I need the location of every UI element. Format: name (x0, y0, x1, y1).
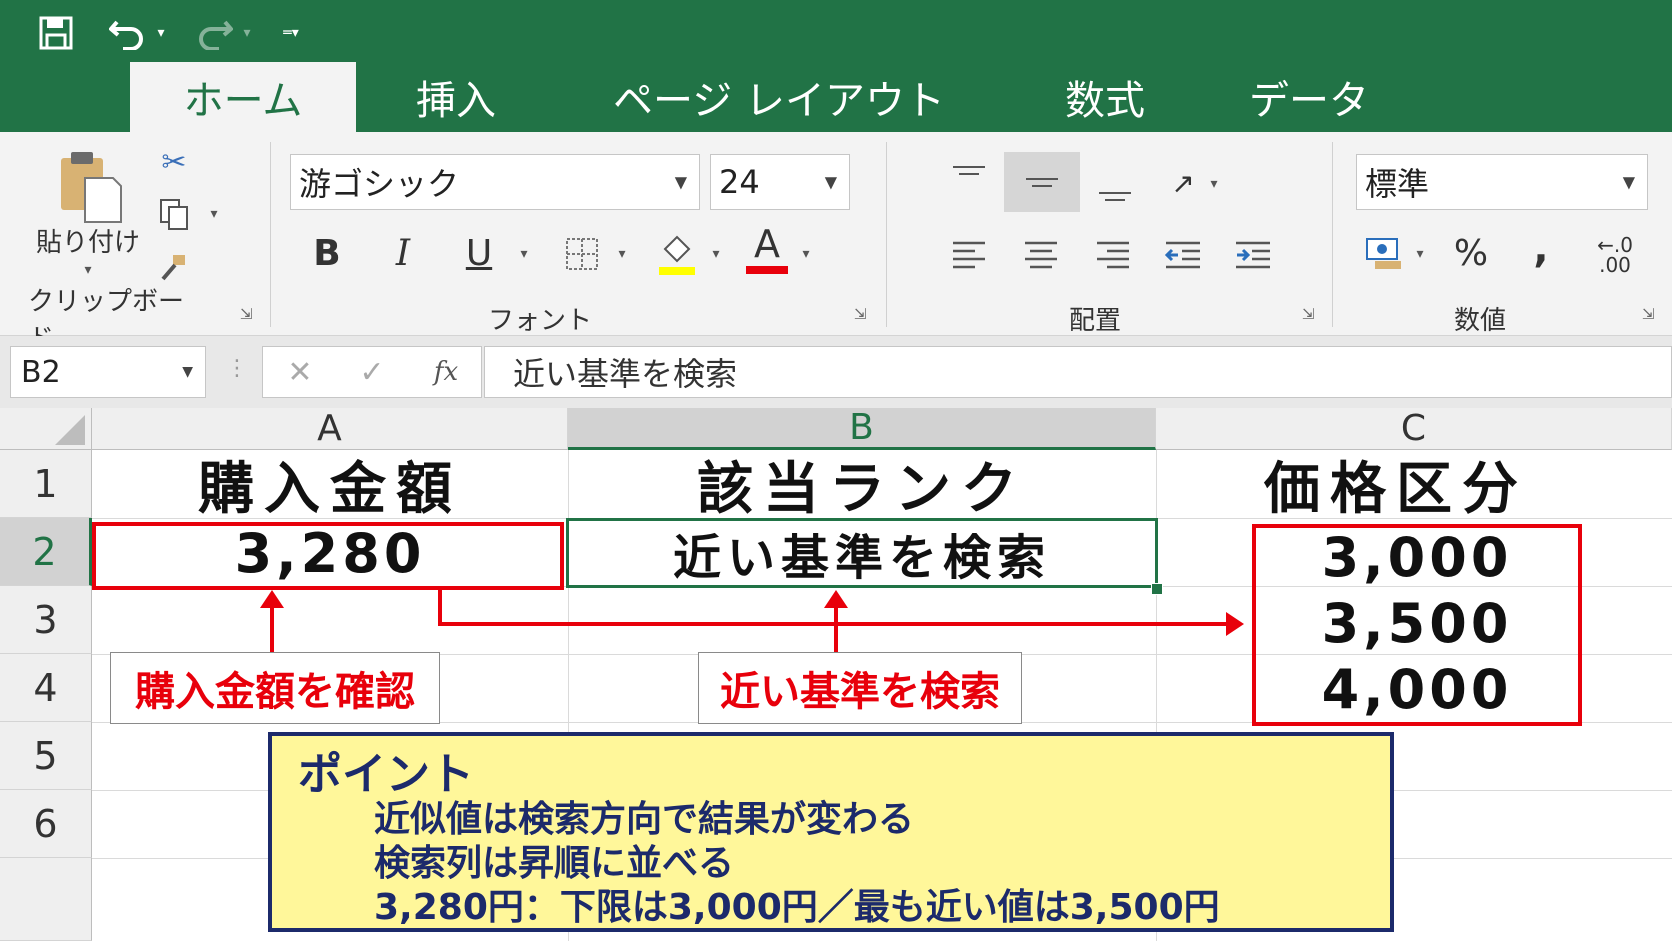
callout-search-nearest: 近い基準を検索 (698, 652, 1022, 724)
callout-check-amount: 購入金額を確認 (110, 652, 440, 724)
point-note-box: ポイント 近似値は検索方向で結果が変わる 検索列は昇順に並べる 3,280円：下… (268, 732, 1394, 932)
point-line-3: 3,280円：下限は3,000円／最も近い値は3,500円 (374, 887, 1220, 928)
